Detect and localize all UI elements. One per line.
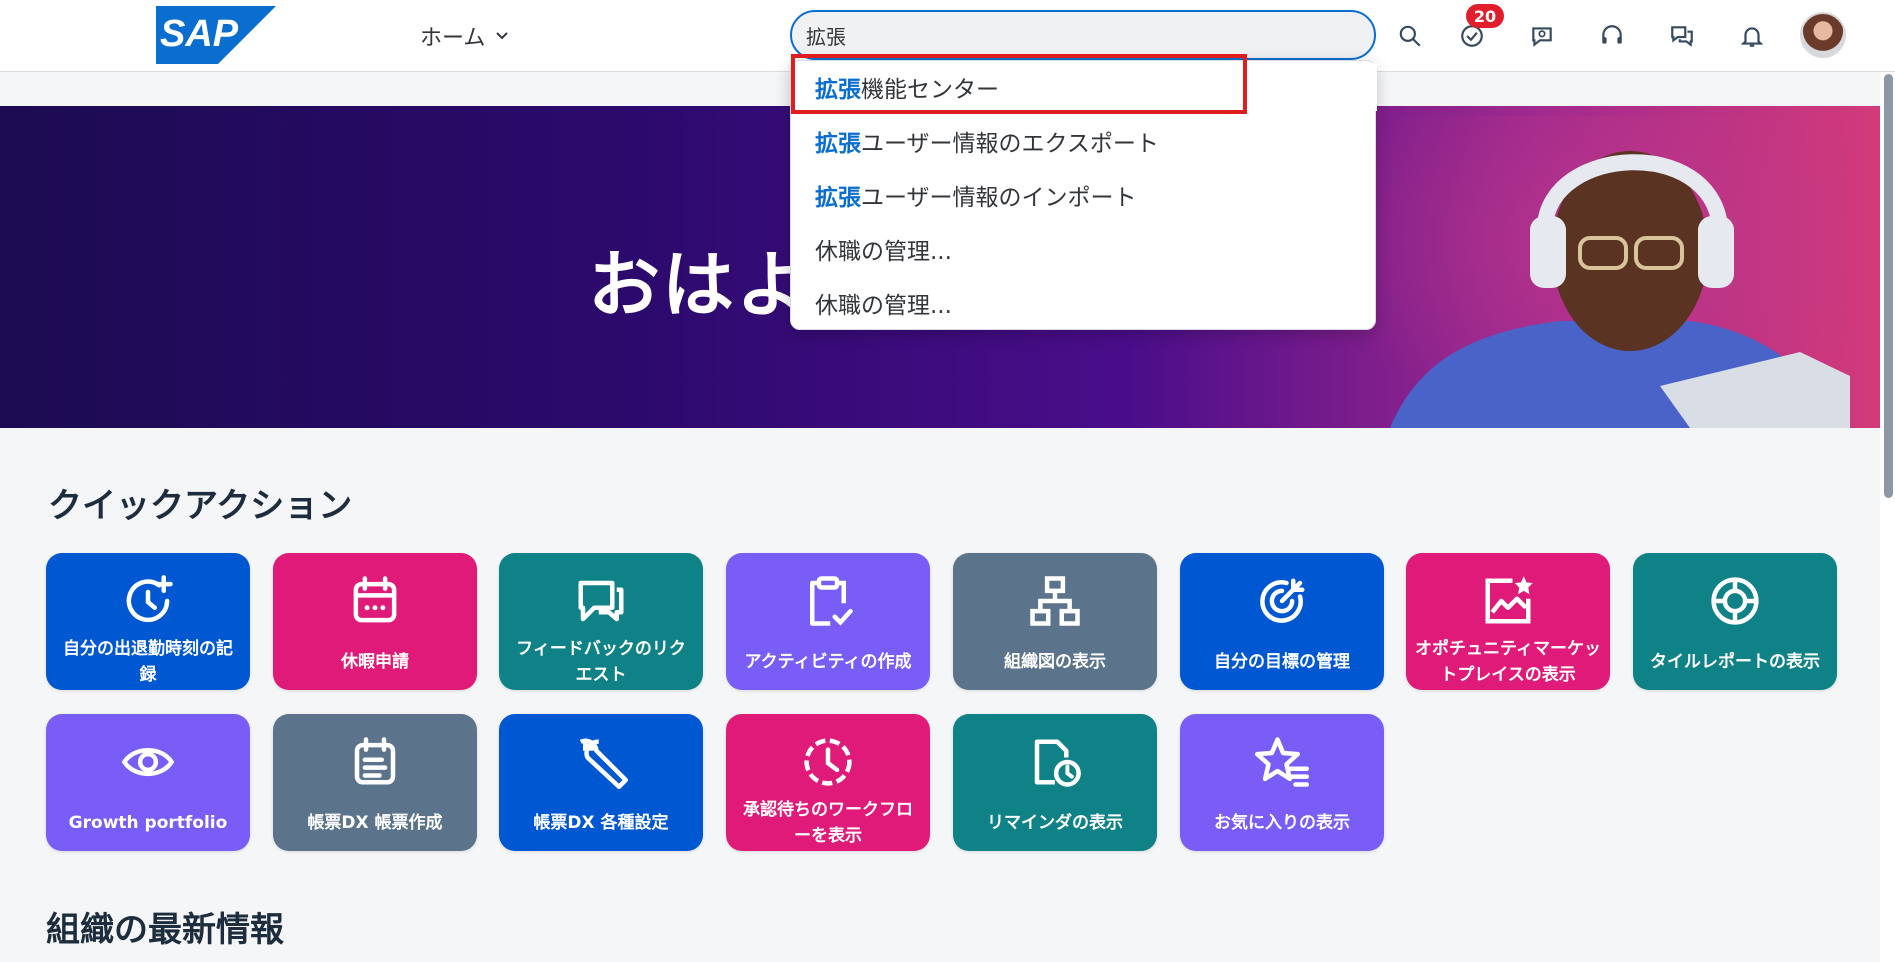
greeting-text: おはよ xyxy=(588,243,811,327)
tile-label: 承認待ちのワークフローを表示 xyxy=(743,800,913,846)
target-icon xyxy=(1254,573,1310,629)
chat-bot-icon xyxy=(1532,27,1552,47)
search-input[interactable] xyxy=(806,23,1360,47)
suggestion-rest: 機能センター xyxy=(861,77,999,103)
user-avatar[interactable] xyxy=(1800,12,1846,58)
tile-label: タイルレポートの表示 xyxy=(1650,652,1820,672)
tile-favorites[interactable]: お気に入りの表示 xyxy=(1180,714,1384,851)
suggestion-item[interactable]: 拡張 機能センター xyxy=(791,63,1377,111)
search-field[interactable] xyxy=(790,10,1376,60)
tile-opportunity-marketplace[interactable]: オポチュニティマーケットプレイスの表示 xyxy=(1406,553,1610,690)
tile-form-dx-create[interactable]: 帳票DX 帳票作成 xyxy=(273,714,477,851)
search-icon xyxy=(1399,25,1421,47)
wrench-icon xyxy=(573,734,629,790)
tile-create-activity[interactable]: アクティビティの作成 xyxy=(726,553,930,690)
calendar-icon xyxy=(347,573,403,629)
suggestion-item[interactable]: 拡張 ユーザー情報のインポート xyxy=(791,171,1377,219)
tile-growth-portfolio[interactable]: Growth portfolio xyxy=(46,714,250,851)
tile-reminders[interactable]: リマインダの表示 xyxy=(953,714,1157,851)
form-icon xyxy=(347,734,403,790)
tile-leave-request[interactable]: 休暇申請 xyxy=(273,553,477,690)
tile-label: 帳票DX 帳票作成 xyxy=(307,813,443,833)
tile-pending-workflows[interactable]: 承認待ちのワークフローを表示 xyxy=(726,714,930,851)
tile-label: お気に入りの表示 xyxy=(1214,813,1350,833)
suggestion-rest: ユーザー情報のインポート xyxy=(861,185,1137,211)
eye-icon xyxy=(120,734,176,790)
tile-label: 自分の出退勤時刻の記録 xyxy=(63,639,233,685)
tile-label: フィードバックのリクエスト xyxy=(516,639,686,685)
scrollbar-thumb[interactable] xyxy=(1884,74,1893,498)
quick-actions-title: クイックアクション xyxy=(48,486,353,526)
suggestion-rest: 休職の管理... xyxy=(815,293,952,319)
tile-label: Growth portfolio xyxy=(68,813,228,833)
tile-label: オポチュニティマーケットプレイスの表示 xyxy=(1415,639,1601,685)
chart-star-icon xyxy=(1480,573,1536,629)
search-suggestions-list: 拡張 機能センター 拡張 ユーザー情報のエクスポート 拡張 ユーザー情報のインポート … xyxy=(790,60,1377,330)
suggestion-item[interactable]: 休職の管理... xyxy=(791,225,1377,273)
chevron-down-icon xyxy=(496,32,509,40)
tile-label: 組織図の表示 xyxy=(1004,652,1106,672)
suggestion-rest: ユーザー情報のエクスポート xyxy=(861,131,1159,157)
feedback-header-button[interactable] xyxy=(1662,16,1702,56)
tile-feedback-request[interactable]: フィードバックのリクエスト xyxy=(499,553,703,690)
clipboard-check-icon xyxy=(800,573,856,629)
notification-count-badge: 20 xyxy=(1466,4,1504,28)
suggestion-match: 拡張 xyxy=(815,185,861,211)
tile-label: アクティビティの作成 xyxy=(744,652,912,672)
headset-icon xyxy=(1602,25,1622,44)
tile-form-dx-settings[interactable]: 帳票DX 各種設定 xyxy=(499,714,703,851)
suggestion-item[interactable]: 拡張 ユーザー情報のエクスポート xyxy=(791,117,1377,165)
tile-org-chart[interactable]: 組織図の表示 xyxy=(953,553,1157,690)
tile-label: 休暇申請 xyxy=(341,652,409,672)
home-label: ホーム xyxy=(420,26,486,51)
suggestion-match: 拡張 xyxy=(815,77,861,103)
tile-manage-goals[interactable]: 自分の目標の管理 xyxy=(1180,553,1384,690)
support-button[interactable] xyxy=(1592,16,1632,56)
bell-icon xyxy=(1740,27,1764,47)
suggestion-match: 拡張 xyxy=(815,131,861,157)
tile-tile-report[interactable]: タイルレポートの表示 xyxy=(1633,553,1837,690)
hero-photo xyxy=(1330,116,1850,428)
tile-label: 自分の目標の管理 xyxy=(1214,652,1350,672)
report-icon xyxy=(1707,573,1763,629)
tile-label: リマインダの表示 xyxy=(987,813,1123,833)
logo-text: SAP xyxy=(160,13,239,55)
suggestion-rest: 休職の管理... xyxy=(815,239,952,265)
sap-logo[interactable]: SAP xyxy=(156,6,276,64)
assistant-button[interactable] xyxy=(1522,16,1562,56)
pending-clock-icon xyxy=(800,734,856,790)
page-scrollbar[interactable] xyxy=(1882,72,1895,962)
clock-plus-icon xyxy=(120,573,176,629)
org-chart-icon xyxy=(1027,573,1083,629)
notifications-button[interactable] xyxy=(1732,16,1772,56)
tile-label: 帳票DX 各種設定 xyxy=(533,813,669,833)
tile-clock-in-out[interactable]: 自分の出退勤時刻の記録 xyxy=(46,553,250,690)
home-menu[interactable]: ホーム xyxy=(420,18,509,54)
news-section-title: 組織の最新情報 xyxy=(46,910,284,950)
messages-icon xyxy=(1671,26,1693,47)
document-clock-icon xyxy=(1027,734,1083,790)
feedback-icon xyxy=(573,573,629,629)
suggestion-item[interactable]: 休職の管理... xyxy=(791,279,1377,327)
search-button[interactable] xyxy=(1390,16,1430,56)
star-list-icon xyxy=(1254,734,1310,790)
